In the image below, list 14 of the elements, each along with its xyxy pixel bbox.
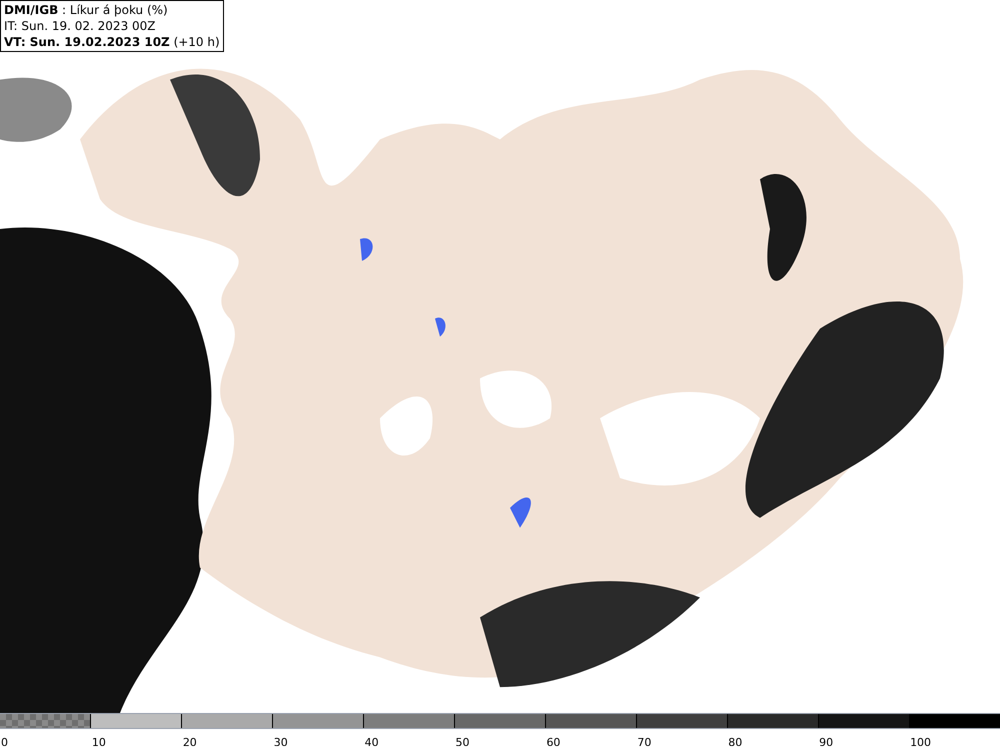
legend-label: 70 [637, 735, 652, 746]
legend-label: 10 [92, 735, 106, 746]
legend-label: 60 [546, 735, 560, 746]
legend-label: 20 [182, 735, 197, 746]
legend-label: 90 [819, 735, 834, 746]
legend-label: 50 [456, 735, 470, 746]
legend-label: 100 [910, 735, 932, 746]
legend-label: 30 [274, 735, 288, 746]
legend-label: 80 [728, 735, 742, 746]
title-line: IT: Sun. 19. 02. 2023 00Z [4, 18, 157, 34]
title-line: VT: Sun. 19.02.2023 10Z (+10 h) [4, 34, 220, 50]
legend-label: 0 [1, 735, 8, 746]
title-line: DMI/IGB : Líkur á þoku (%) [4, 2, 169, 18]
legend-label: 40 [364, 735, 379, 746]
